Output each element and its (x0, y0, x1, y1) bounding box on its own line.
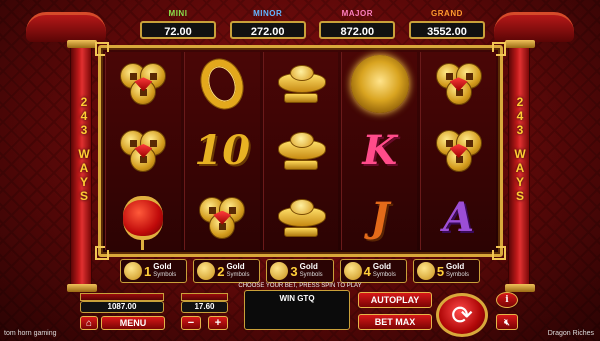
reel-frame: 10 K J A (95, 42, 506, 260)
gold-ingot-symbol (264, 185, 339, 250)
jackpot-major-value: 872.00 (319, 21, 396, 39)
bet-header (181, 293, 228, 301)
provider-name: tom horn gaming (4, 330, 57, 337)
coins-symbol (185, 185, 260, 250)
gold-gem-icon (197, 262, 216, 280)
dragon-symbol (342, 52, 417, 117)
bet-value: 17.60 (181, 301, 228, 313)
speaker-muted-icon: 🔇︎ (504, 316, 510, 327)
bet-decrease-button[interactable]: − (181, 316, 201, 330)
reel-3 (262, 52, 339, 250)
home-button[interactable]: ⌂ (80, 316, 98, 330)
coins-symbol (106, 119, 181, 184)
balance-header (80, 293, 164, 301)
dragon-ornament-left (26, 12, 106, 42)
ways-label-left: 243 WAYS (78, 95, 90, 203)
jackpot-mini-value: 72.00 (140, 21, 216, 39)
game-title: Dragon Riches (547, 330, 594, 337)
jackpot-panel: MINI 72.00 MINOR 272.00 MAJOR 872.00 GRA… (140, 8, 485, 42)
k-symbol: K (362, 127, 398, 174)
gold-symbols-5: 5 Gold Symbols (412, 259, 481, 283)
jackpot-major-label: MAJOR (341, 9, 373, 18)
info-button[interactable]: i (496, 292, 518, 308)
balance-value: 1087.00 (80, 301, 164, 313)
gold-coin-icon (124, 262, 142, 280)
reel-5: A (420, 52, 496, 250)
reels: 10 K J A (105, 52, 496, 250)
gold-symbols-4: 4 Gold Symbols (339, 259, 407, 283)
bet-increase-button[interactable]: + (208, 316, 228, 330)
jackpot-mini-label: MINI (168, 9, 188, 18)
jackpot-mini: MINI 72.00 (140, 8, 216, 42)
jackpot-major: MAJOR 872.00 (319, 8, 396, 42)
reel-2: 10 (183, 52, 260, 250)
gold-ring-icon (270, 262, 289, 280)
gold-ingot-symbol (264, 119, 339, 184)
gold-ingot-icon (343, 262, 362, 280)
coins-symbol (421, 52, 496, 117)
jackpot-minor: MINOR 272.00 (229, 8, 306, 42)
jackpot-minor-label: MINOR (253, 9, 283, 18)
reel-4: K J (341, 52, 418, 250)
gold-ring-symbol (185, 52, 260, 117)
bet-max-button[interactable]: BET MAX (358, 314, 432, 330)
coins-symbol (106, 52, 181, 117)
spin-arrow-icon: ⟳ (451, 299, 473, 330)
dragon-ornament-right (494, 12, 574, 42)
spin-button[interactable]: ⟳ (436, 293, 488, 337)
win-display: WIN GTQ (244, 290, 350, 330)
jackpot-minor-value: 272.00 (229, 21, 306, 39)
home-icon: ⌂ (85, 317, 93, 329)
autoplay-button[interactable]: AUTOPLAY (358, 292, 432, 308)
jackpot-grand: GRAND 3552.00 (408, 8, 485, 42)
gold-ingot-symbol (264, 52, 339, 117)
gold-symbols-3: 3 Gold Symbols (266, 259, 334, 283)
reel-1 (105, 52, 181, 250)
instruction-text: CHOOSE YOUR BET, PRESS SPIN TO PLAY (238, 283, 362, 289)
ways-label-right: 243 WAYS (514, 95, 526, 203)
jackpot-grand-value: 3552.00 (408, 21, 485, 39)
j-symbol: J (370, 193, 390, 241)
gold-symbols-bar: 1 Gold Symbols 2 Gold Symbols 3 Gold Symbol… (120, 259, 481, 283)
lantern-symbol (106, 185, 181, 250)
win-label: WIN GTQ (279, 294, 315, 303)
jackpot-grand-label: GRAND (431, 9, 463, 18)
ten-symbol: 10 (194, 127, 251, 174)
a-symbol: A (443, 193, 475, 241)
menu-button[interactable]: MENU (101, 316, 165, 330)
gold-dragon-icon (416, 262, 435, 280)
sound-toggle-button[interactable]: 🔇︎ (496, 314, 518, 330)
coins-symbol (421, 119, 496, 184)
gold-symbols-2: 2 Gold Symbols (193, 259, 261, 283)
gold-symbols-1: 1 Gold Symbols (120, 259, 188, 283)
